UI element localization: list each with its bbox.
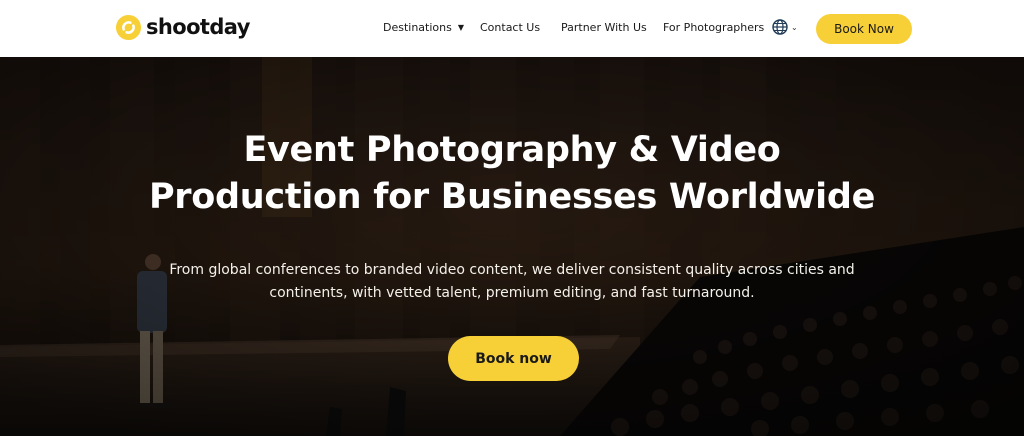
- hero-title: Event Photography & Video Production for…: [0, 127, 1024, 221]
- site-header: shootday Destinations ▼ Contact Us Partne…: [0, 0, 1024, 57]
- nav-for-photographers[interactable]: For Photographers: [663, 20, 764, 36]
- hero-title-line-2: Production for Businesses Worldwide: [148, 177, 876, 217]
- hero-subtitle: From global conferences to branded video…: [0, 259, 1024, 305]
- hero-book-now-button[interactable]: Book now: [448, 336, 579, 381]
- book-now-button[interactable]: Book Now: [816, 14, 912, 44]
- hero-subtitle-line-1: From global conferences to branded video…: [169, 262, 855, 278]
- hero-section: Event Photography & Video Production for…: [0, 57, 1024, 436]
- caret-down-icon: ▼: [457, 23, 465, 32]
- nav-contact-us[interactable]: Contact Us: [480, 20, 540, 36]
- language-selector[interactable]: ⌄: [772, 19, 798, 35]
- nav-destinations[interactable]: Destinations ▼: [383, 20, 464, 37]
- nav-destinations-label: Destinations: [383, 21, 452, 34]
- globe-icon: [772, 19, 788, 35]
- hero-title-line-1: Event Photography & Video: [243, 130, 781, 170]
- hero-subtitle-line-2: continents, with vetted talent, premium …: [269, 285, 755, 301]
- chevron-down-icon: ⌄: [791, 22, 798, 32]
- nav-partner-with-us[interactable]: Partner With Us: [561, 20, 647, 36]
